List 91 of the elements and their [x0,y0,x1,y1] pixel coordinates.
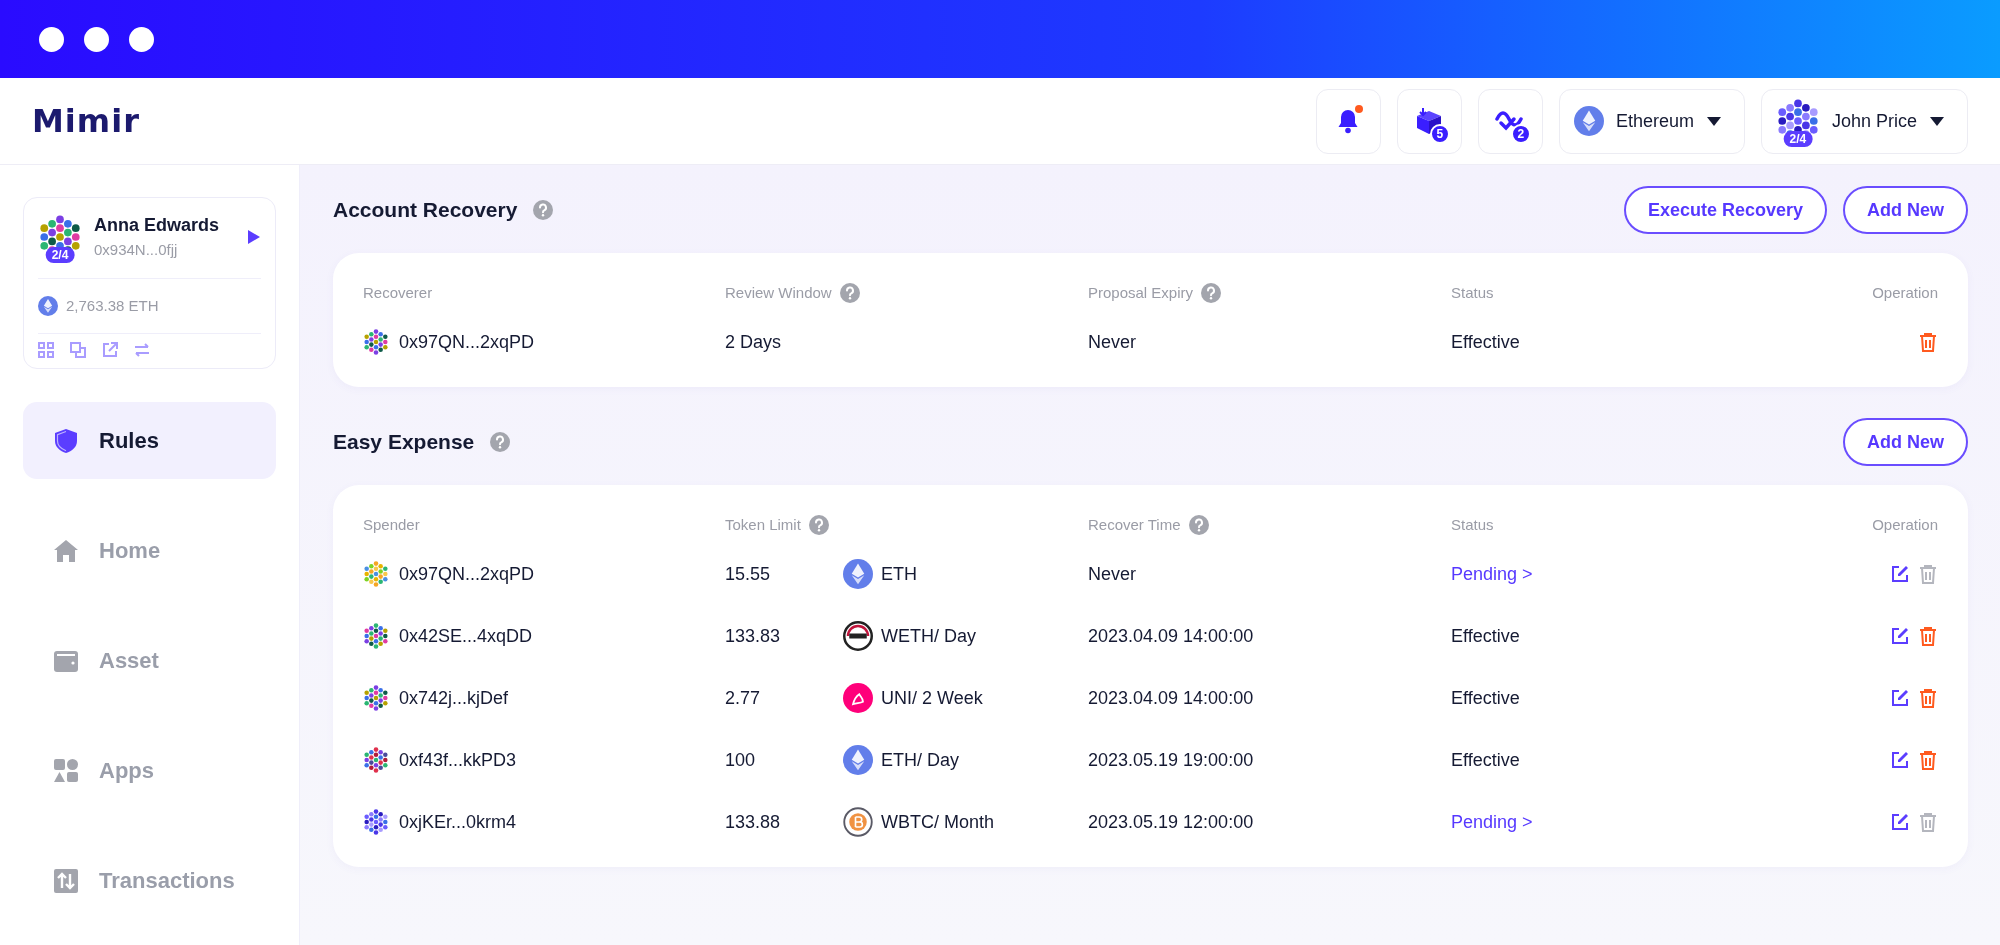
pending-queue-button[interactable]: 5 [1396,88,1462,154]
count-badge: 2 [1510,123,1531,144]
signature-queue-button[interactable]: 2 [1477,88,1543,154]
edit-icon[interactable] [1890,812,1910,832]
shield-icon [53,427,79,454]
balance-text: 2,763.38 ETH [66,295,159,316]
token-label: UNI/ 2 Week [881,686,983,710]
unicorn-token-icon [843,683,873,713]
outline-button[interactable]: Execute Recovery [1623,186,1827,234]
edit-icon[interactable] [1890,626,1910,646]
ethereum-icon [38,295,58,316]
address-text: 0xjKEr...0krm4 [399,810,517,834]
table-cell-text: 100 [725,748,757,772]
column-header: Recoverer [363,282,433,303]
play-icon[interactable] [247,228,261,245]
account-name: Anna Edwards [94,214,221,237]
ethereum-icon [843,745,873,775]
token-label: WBTC/ Month [881,810,995,834]
help-icon [533,200,554,220]
edit-icon[interactable] [1890,564,1910,584]
window-control-dot[interactable] [39,26,64,52]
column-header: Spender [363,514,420,535]
table-cell-text: 2 Days [725,330,783,354]
table-cell-text: 2023.04.09 14:00:00 [1088,624,1255,648]
status-text: Effective [1451,625,1520,646]
column-header: Operation [1872,282,1938,303]
account-selector[interactable]: 2/4 John Price [1760,88,1968,154]
table-cell-text: 2023.04.09 14:00:00 [1088,686,1255,710]
sidebar-item[interactable]: Rules [23,402,276,479]
trash-icon[interactable] [1918,626,1938,646]
avatar-icon [363,809,389,835]
avatar-icon [363,623,389,649]
window-control-dot[interactable] [84,26,109,52]
edit-icon[interactable] [1890,688,1910,708]
status-text: Effective [1451,749,1520,770]
outline-button[interactable]: Add New [1843,418,1968,466]
address-text: 0x97QN...2xqPD [399,562,535,586]
token-label: ETH [881,562,917,586]
token-label: ETH/ Day [881,748,959,772]
avatar-icon [363,329,389,355]
avatar-icon [363,747,389,773]
apps-icon [53,757,79,784]
avatar-icon [363,561,389,587]
trash-icon[interactable] [1918,332,1938,352]
window-control-dot[interactable] [129,26,154,52]
address-text: 0x742j...kjDef [399,686,509,710]
outline-button[interactable]: Add New [1843,186,1968,234]
table-cell-text: 133.83 [725,624,782,648]
network-selector[interactable]: Ethereum [1558,88,1745,154]
column-header: Review Window [725,282,832,303]
table-cell-text: Never [1088,330,1137,354]
table-cell-text: 15.55 [725,562,772,586]
section-title: Account Recovery [333,197,518,224]
home-icon [53,537,79,564]
caret-icon [1929,115,1945,127]
ethereum-icon [1573,106,1604,136]
table-cell-text: 2023.05.19 12:00:00 [1088,810,1255,834]
status-text: Effective [1451,687,1520,708]
column-header: Status [1451,514,1494,535]
bitcoin-token-icon [843,807,873,837]
token-label: WETH/ Day [881,624,976,648]
threshold-badge: 2/4 [1783,131,1813,147]
table-cell-text: 2.77 [725,686,762,710]
address-text: 0x97QN...2xqPD [399,330,535,354]
address-text: 0x42SE...4xqDD [399,624,533,648]
threshold-badge: 2/4 [45,246,75,263]
status-text: Effective [1451,331,1520,352]
table-cell-text: 2023.05.19 19:00:00 [1088,748,1255,772]
weth-token-icon [843,621,873,651]
pending-link[interactable]: Pending > [1451,811,1533,832]
column-header: Proposal Expiry [1088,282,1194,303]
trash-icon[interactable] [1918,688,1938,708]
column-header: Recover Time [1088,514,1181,535]
ethereum-icon [843,559,873,589]
table-cell-text: Never [1088,562,1137,586]
account-address: 0x934N...0fjj [94,240,179,260]
column-header: Status [1451,282,1494,303]
address-text: 0xf43f...kkPD3 [399,748,517,772]
arrows-icon [53,867,79,894]
notifications-button[interactable] [1315,88,1381,154]
column-header: Operation [1872,514,1938,535]
app-logo: Mimir [32,101,140,142]
edit-icon[interactable] [1890,750,1910,770]
avatar-icon [363,685,389,711]
trash-icon[interactable] [1918,750,1938,770]
pending-link[interactable]: Pending > [1451,563,1533,584]
caret-icon [1705,115,1722,127]
column-header: Token Limit [725,514,801,535]
table-cell-text: 133.88 [725,810,782,834]
help-icon [490,432,511,452]
section-title: Easy Expense [333,429,475,456]
